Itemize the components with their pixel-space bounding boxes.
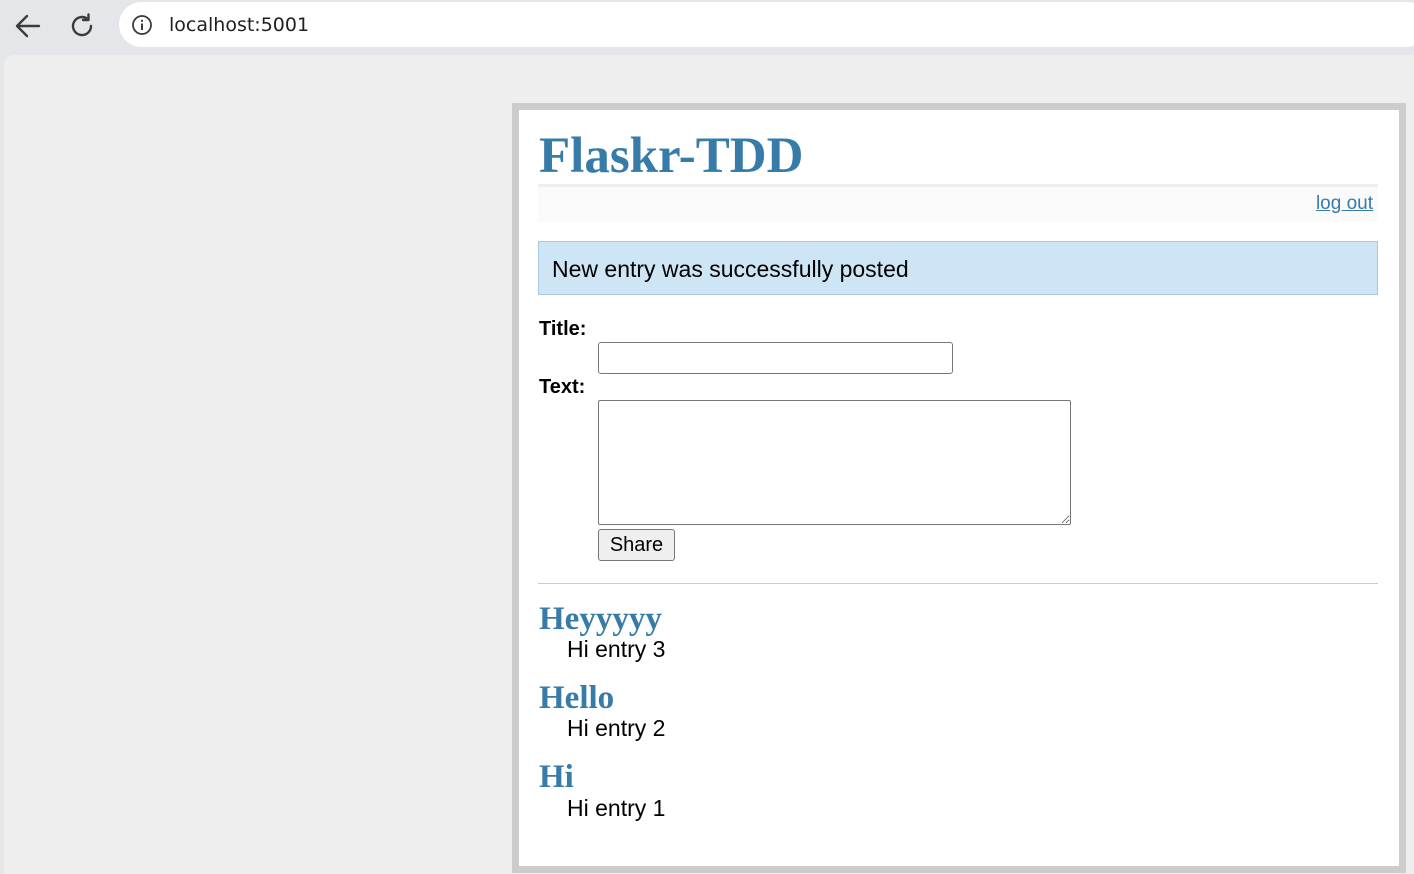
address-bar[interactable]: localhost:5001 [119, 2, 1414, 47]
entry-title: Hello [539, 680, 615, 716]
reload-button[interactable] [62, 6, 102, 46]
back-button[interactable] [8, 6, 48, 46]
share-button[interactable]: Share [598, 529, 675, 561]
entry-title: Heyyyyy [539, 601, 662, 637]
flash-message-text: New entry was successfully posted [552, 256, 909, 282]
entries-divider [538, 583, 1378, 584]
reload-icon [71, 13, 93, 37]
app-title: Flaskr-TDD [539, 128, 804, 184]
page-container: Flaskr-TDD log out New entry was success… [512, 103, 1406, 873]
browser-toolbar: localhost:5001 [0, 0, 1414, 54]
site-info-icon[interactable] [131, 14, 153, 36]
page-viewport: Flaskr-TDD log out New entry was success… [4, 55, 1414, 874]
text-label: Text: [539, 376, 586, 398]
back-arrow-icon [15, 14, 41, 38]
url-text: localhost:5001 [169, 14, 310, 36]
entry-title: Hi [539, 759, 574, 795]
entry-text: Hi entry 3 [567, 636, 666, 662]
metanav: log out [538, 187, 1378, 222]
title-label: Title: [539, 318, 587, 340]
entry-text: Hi entry 1 [567, 795, 666, 821]
logout-link[interactable]: log out [1316, 193, 1373, 215]
flash-message: New entry was successfully posted [538, 241, 1378, 295]
entry-text: Hi entry 2 [567, 715, 666, 741]
title-input[interactable] [598, 342, 953, 374]
text-textarea[interactable] [598, 400, 1071, 525]
